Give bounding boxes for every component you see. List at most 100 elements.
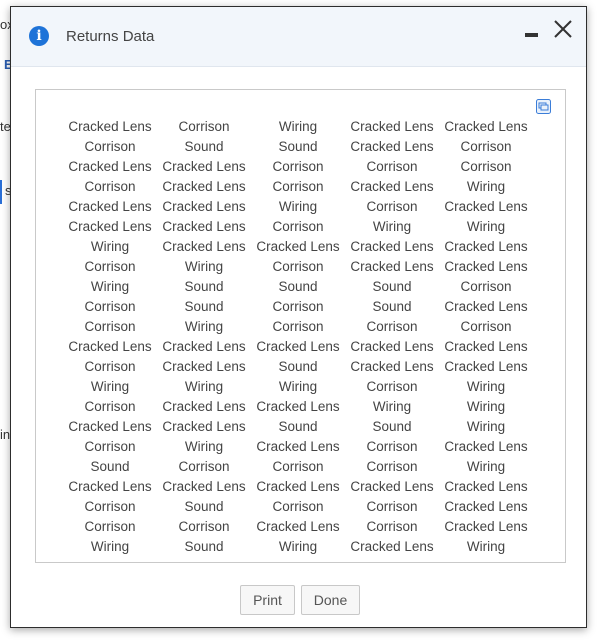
grid-cell: Cracked Lens: [162, 339, 246, 354]
grid-cell: Cracked Lens: [162, 159, 246, 174]
grid-cell: Wiring: [90, 539, 130, 554]
grid-cell: Wiring: [466, 419, 506, 434]
grid-cell: Cracked Lens: [162, 359, 246, 374]
grid-cell: Sound: [184, 279, 224, 294]
grid-cell: Corrison: [272, 319, 324, 334]
grid-cell: Cracked Lens: [68, 119, 152, 134]
grid-cell: Cracked Lens: [162, 239, 246, 254]
grid-cell: Cracked Lens: [444, 519, 528, 534]
returns-data-dialog: i Returns Data Cracked Lens Corrison Wirin…: [10, 6, 587, 628]
grid-cell: Wiring: [466, 219, 506, 234]
grid-cell: Corrison: [272, 459, 324, 474]
grid-cell: Cracked Lens: [68, 159, 152, 174]
grid-cell: Wiring: [278, 199, 318, 214]
popout-icon[interactable]: [536, 99, 551, 114]
grid-cell: Corrison: [366, 159, 418, 174]
minimize-icon[interactable]: [524, 25, 540, 43]
grid-cell: Wiring: [466, 379, 506, 394]
grid-cell: Corrison: [84, 439, 136, 454]
done-button[interactable]: Done: [301, 585, 360, 615]
grid-cell: Cracked Lens: [256, 399, 340, 414]
grid-cell: Wiring: [278, 119, 318, 134]
grid-cell: Cracked Lens: [350, 179, 434, 194]
grid-cell: Cracked Lens: [444, 359, 528, 374]
grid-cell: Sound: [278, 359, 318, 374]
grid-cell: Corrison: [272, 499, 324, 514]
grid-cell: Wiring: [466, 459, 506, 474]
grid-cell: Cracked Lens: [444, 439, 528, 454]
grid-cell: Sound: [184, 139, 224, 154]
grid-cell: Cracked Lens: [444, 199, 528, 214]
grid-cell: Wiring: [278, 539, 318, 554]
info-icon: i: [29, 26, 49, 46]
grid-cell: Cracked Lens: [444, 119, 528, 134]
background-text: in: [0, 427, 11, 442]
grid-cell: Wiring: [90, 239, 130, 254]
grid-cell: Cracked Lens: [68, 219, 152, 234]
grid-cell: Sound: [184, 299, 224, 314]
returns-data-grid: Cracked Lens Corrison Wiring Cracked Lens Cr…: [63, 117, 533, 557]
grid-cell: Corrison: [84, 179, 136, 194]
grid-cell: Corrison: [272, 219, 324, 234]
grid-cell: Corrison: [84, 499, 136, 514]
grid-cell: Cracked Lens: [256, 479, 340, 494]
grid-cell: Wiring: [466, 539, 506, 554]
grid-cell: Corrison: [84, 399, 136, 414]
grid-cell: Cracked Lens: [68, 479, 152, 494]
print-button[interactable]: Print: [240, 585, 295, 615]
close-icon[interactable]: [552, 18, 574, 40]
grid-cell: Corrison: [460, 279, 512, 294]
grid-cell: Corrison: [460, 319, 512, 334]
grid-cell: Corrison: [272, 159, 324, 174]
grid-cell: Cracked Lens: [256, 339, 340, 354]
grid-cell: Corrison: [272, 259, 324, 274]
grid-cell: Sound: [372, 299, 412, 314]
grid-cell: Cracked Lens: [162, 219, 246, 234]
grid-cell: Corrison: [366, 499, 418, 514]
grid-cell: Sound: [184, 539, 224, 554]
dialog-header: i Returns Data: [11, 7, 586, 67]
grid-cell: Cracked Lens: [444, 259, 528, 274]
grid-cell: Wiring: [372, 399, 412, 414]
grid-cell: Cracked Lens: [256, 519, 340, 534]
grid-cell: Wiring: [466, 399, 506, 414]
grid-cell: Corrison: [84, 259, 136, 274]
grid-cell: Wiring: [90, 279, 130, 294]
grid-cell: Corrison: [366, 319, 418, 334]
grid-cell: Corrison: [84, 319, 136, 334]
grid-cell: Wiring: [90, 379, 130, 394]
grid-cell: Cracked Lens: [256, 239, 340, 254]
background-selection-bar: [0, 180, 2, 204]
grid-cell: Wiring: [184, 259, 224, 274]
grid-cell: Sound: [372, 419, 412, 434]
grid-cell: Wiring: [278, 379, 318, 394]
grid-cell: Corrison: [366, 199, 418, 214]
dialog-title: Returns Data: [66, 28, 155, 45]
grid-cell: Cracked Lens: [444, 479, 528, 494]
grid-cell: Cracked Lens: [444, 299, 528, 314]
grid-cell: Corrison: [178, 459, 230, 474]
grid-cell: Sound: [278, 419, 318, 434]
grid-cell: Cracked Lens: [350, 259, 434, 274]
grid-cell: Cracked Lens: [350, 239, 434, 254]
grid-cell: Cracked Lens: [350, 119, 434, 134]
grid-cell: Corrison: [366, 519, 418, 534]
grid-cell: Corrison: [366, 379, 418, 394]
grid-cell: Sound: [184, 499, 224, 514]
grid-cell: Corrison: [178, 119, 230, 134]
grid-cell: Cracked Lens: [162, 399, 246, 414]
grid-cell: Cracked Lens: [350, 359, 434, 374]
grid-cell: Corrison: [366, 459, 418, 474]
grid-cell: Wiring: [184, 439, 224, 454]
grid-cell: Wiring: [184, 319, 224, 334]
grid-cell: Cracked Lens: [256, 439, 340, 454]
grid-cell: Wiring: [184, 379, 224, 394]
grid-cell: Wiring: [372, 219, 412, 234]
grid-cell: Corrison: [366, 439, 418, 454]
grid-cell: Cracked Lens: [444, 339, 528, 354]
grid-cell: Corrison: [178, 519, 230, 534]
grid-cell: Corrison: [84, 299, 136, 314]
grid-cell: Cracked Lens: [350, 339, 434, 354]
grid-cell: Cracked Lens: [350, 539, 434, 554]
grid-cell: Cracked Lens: [444, 499, 528, 514]
